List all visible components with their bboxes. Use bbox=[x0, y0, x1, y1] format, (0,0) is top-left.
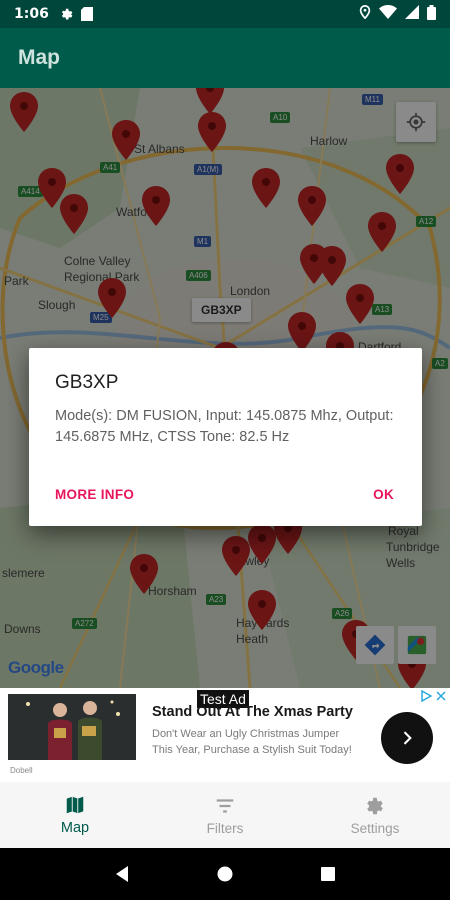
nav-label: Settings bbox=[350, 820, 400, 836]
adchoices[interactable] bbox=[420, 690, 446, 702]
signal-icon bbox=[405, 5, 419, 23]
app-title: Map bbox=[18, 46, 60, 69]
adchoices-icon bbox=[421, 690, 432, 702]
home-icon[interactable] bbox=[216, 865, 234, 883]
chevron-right-icon bbox=[403, 731, 412, 745]
sd-card-icon bbox=[80, 7, 93, 21]
nav-item-settings[interactable]: Settings bbox=[300, 782, 450, 848]
nav-label: Filters bbox=[206, 820, 244, 836]
map-icon bbox=[66, 796, 84, 814]
gear-status-icon bbox=[59, 7, 73, 21]
recents-icon[interactable] bbox=[319, 865, 337, 883]
dialog-actions: MORE INFO OK bbox=[55, 487, 394, 502]
system-navigation-bar bbox=[0, 848, 450, 900]
wifi-icon bbox=[379, 5, 397, 23]
ok-button[interactable]: OK bbox=[373, 487, 394, 502]
ad-headline[interactable]: Stand Out At The Xmas Party bbox=[152, 704, 353, 720]
gear-icon bbox=[367, 797, 383, 814]
ad-open-button[interactable] bbox=[381, 712, 433, 764]
close-icon[interactable] bbox=[436, 691, 446, 701]
nav-item-filters[interactable]: Filters bbox=[150, 782, 300, 848]
bottom-navigation: Map Filters Settings bbox=[0, 782, 450, 848]
ad-banner[interactable]: Dobell Test Ad Stand Out At The Xmas Par… bbox=[0, 688, 450, 782]
dialog-message: Mode(s): DM FUSION, Input: 145.0875 Mhz,… bbox=[55, 408, 394, 445]
ad-image-caption: Dobell bbox=[10, 766, 33, 775]
repeater-info-dialog: GB3XP Mode(s): DM FUSION, Input: 145.087… bbox=[29, 348, 422, 526]
dialog-title: GB3XP bbox=[55, 372, 119, 393]
nav-item-map[interactable]: Map bbox=[0, 782, 150, 848]
nav-label: Map bbox=[60, 820, 90, 836]
filter-icon bbox=[216, 798, 234, 813]
location-status-icon bbox=[359, 4, 371, 23]
battery-icon bbox=[427, 4, 436, 24]
app-bar: Map bbox=[0, 28, 450, 88]
back-icon[interactable] bbox=[113, 865, 131, 883]
ad-body: Don't Wear an Ugly Christmas Jumper This… bbox=[152, 728, 352, 756]
ad-image bbox=[8, 694, 136, 760]
status-time: 1:06 bbox=[14, 6, 49, 22]
status-bar: 1:06 bbox=[0, 0, 450, 28]
more-info-button[interactable]: MORE INFO bbox=[55, 487, 134, 502]
